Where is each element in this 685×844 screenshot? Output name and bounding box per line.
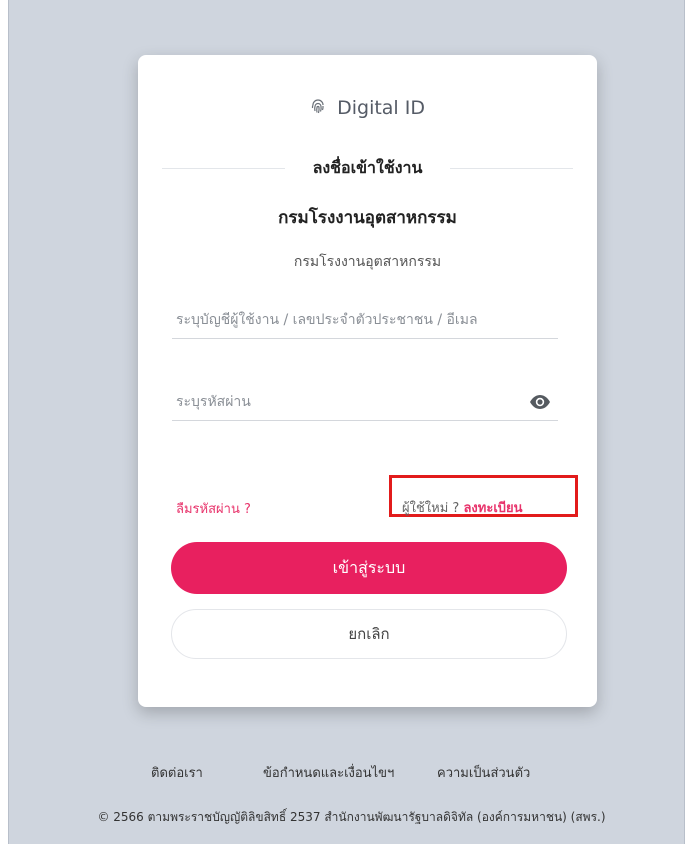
brand-logo: Digital ID	[138, 97, 597, 119]
footer-link-contact[interactable]: ติดต่อเรา	[151, 762, 203, 783]
footer-link-privacy[interactable]: ความเป็นส่วนตัว	[437, 762, 530, 783]
forgot-password-link[interactable]: ลืมรหัสผ่าน ?	[176, 498, 251, 519]
page-background: Digital ID ลงชื่อเข้าใช้งาน กรมโรงงานอุต…	[8, 0, 685, 844]
login-button[interactable]: เข้าสู่ระบบ	[171, 542, 567, 594]
cancel-button[interactable]: ยกเลิก	[171, 609, 567, 659]
divider-right	[450, 167, 574, 169]
fingerprint-icon	[310, 99, 331, 118]
footer-link-terms[interactable]: ข้อกำหนดและเงื่อนไขฯ	[263, 762, 394, 783]
login-title: ลงชื่อเข้าใช้งาน	[312, 157, 423, 177]
divider-left	[162, 167, 285, 169]
password-input[interactable]	[172, 383, 558, 421]
brand-name: Digital ID	[337, 97, 425, 119]
organization-name: กรมโรงงานอุตสาหกรรม	[278, 208, 457, 228]
new-user-prefix: ผู้ใช้ใหม่ ?	[402, 501, 460, 516]
copyright-text: © 2566 ตามพระราชบัญญัติลิขสิทธิ์ 2537 สำ…	[97, 810, 606, 824]
username-input[interactable]	[172, 301, 558, 339]
eye-icon[interactable]	[527, 391, 553, 413]
new-user-text: ผู้ใช้ใหม่ ? ลงทะเบียน	[402, 497, 523, 518]
register-link[interactable]: ลงทะเบียน	[463, 501, 522, 516]
login-card: Digital ID ลงชื่อเข้าใช้งาน กรมโรงงานอุต…	[138, 55, 597, 707]
login-title-row: ลงชื่อเข้าใช้งาน	[162, 156, 574, 180]
organization-subtitle: กรมโรงงานอุตสาหกรรม	[293, 254, 442, 270]
